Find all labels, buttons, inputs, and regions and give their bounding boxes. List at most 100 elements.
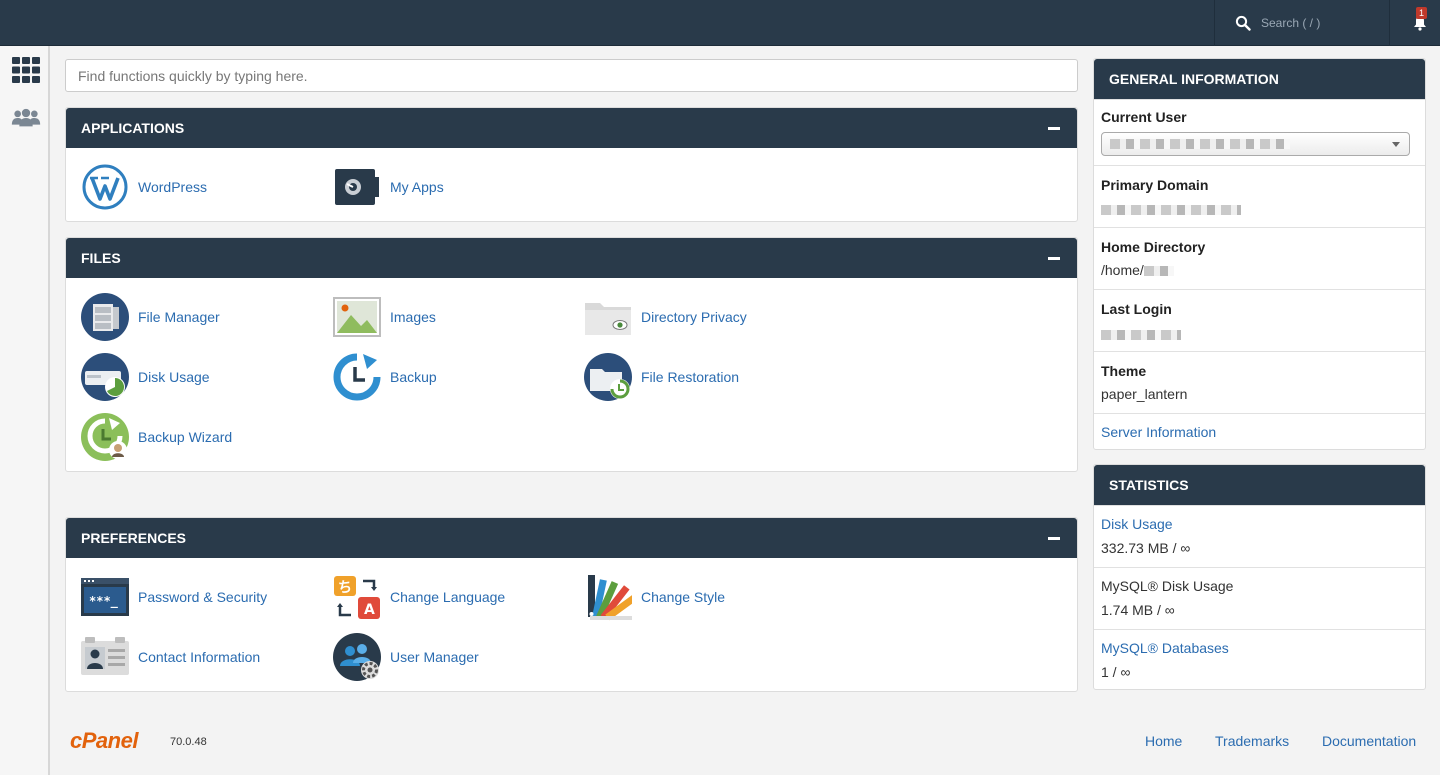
current-user-select[interactable] xyxy=(1101,132,1410,156)
top-search-placeholder: Search ( / ) xyxy=(1261,16,1321,30)
preferences-header: PREFERENCES xyxy=(66,518,1077,558)
user-manager-icon xyxy=(333,633,381,681)
footer-documentation-link[interactable]: Documentation xyxy=(1322,733,1416,749)
primary-domain-row: Primary Domain xyxy=(1094,165,1425,227)
statistics-header: STATISTICS xyxy=(1094,465,1425,505)
file-manager-icon xyxy=(81,293,129,341)
mysql-disk-usage-label: MySQL® Disk Usage xyxy=(1101,578,1234,594)
svg-text:ち: ち xyxy=(338,580,352,596)
left-rail xyxy=(0,46,50,775)
directory-privacy-item[interactable]: Directory Privacy xyxy=(584,293,747,341)
my-apps-item[interactable]: My Apps xyxy=(333,163,444,211)
wordpress-icon xyxy=(82,164,128,210)
theme-label: Theme xyxy=(1101,363,1147,379)
primary-domain-value-redacted xyxy=(1101,204,1241,215)
server-information-row: Server Information xyxy=(1094,413,1425,449)
current-user-value-redacted xyxy=(1110,139,1290,149)
disk-usage-label: Disk Usage xyxy=(138,369,210,385)
apps-grid-icon[interactable] xyxy=(11,55,41,85)
file-manager-label: File Manager xyxy=(138,309,220,325)
collapse-files-button[interactable] xyxy=(1047,251,1061,265)
my-apps-label: My Apps xyxy=(390,179,444,195)
home-directory-value-redacted xyxy=(1143,266,1174,277)
server-information-link[interactable]: Server Information xyxy=(1101,424,1216,440)
general-information-header: GENERAL INFORMATION xyxy=(1094,59,1425,99)
backup-icon xyxy=(333,353,381,401)
home-directory-row: Home Directory /home/ xyxy=(1094,227,1425,289)
statistics-panel: STATISTICS Disk Usage 332.73 MB / ∞ MySQ… xyxy=(1093,464,1426,690)
password-security-icon: ***_ xyxy=(81,578,129,616)
wordpress-item[interactable]: WordPress xyxy=(81,163,207,211)
change-style-label: Change Style xyxy=(641,589,726,605)
applications-panel: APPLICATIONS WordPress My Apps xyxy=(65,107,1078,222)
quick-search-input[interactable] xyxy=(65,59,1078,92)
directory-privacy-label: Directory Privacy xyxy=(641,309,747,325)
search-icon xyxy=(1235,15,1251,31)
change-language-item[interactable]: ち A Change Language xyxy=(333,573,505,621)
primary-domain-label: Primary Domain xyxy=(1101,177,1209,193)
footer-trademarks-link[interactable]: Trademarks xyxy=(1215,733,1289,749)
change-style-item[interactable]: Change Style xyxy=(584,573,725,621)
disk-usage-stat-row: Disk Usage 332.73 MB / ∞ xyxy=(1094,505,1425,567)
home-directory-prefix: /home/ xyxy=(1101,262,1144,278)
statistics-title: STATISTICS xyxy=(1109,477,1189,493)
top-bar: Search ( / ) 1 xyxy=(0,0,1440,46)
preferences-panel: PREFERENCES ***_ Password & Security ち A… xyxy=(65,517,1078,692)
cpanel-logo[interactable]: cPanel xyxy=(70,728,138,754)
directory-privacy-icon xyxy=(585,303,631,335)
general-information-panel: GENERAL INFORMATION Current User Primary… xyxy=(1093,58,1426,450)
footer-home-link[interactable]: Home xyxy=(1145,733,1182,749)
notifications-button[interactable]: 1 xyxy=(1400,0,1440,46)
backup-label: Backup xyxy=(390,369,437,385)
svg-text:A: A xyxy=(364,602,375,618)
home-directory-label: Home Directory xyxy=(1101,239,1206,255)
backup-wizard-label: Backup Wizard xyxy=(138,429,233,445)
theme-row: Theme paper_lantern xyxy=(1094,351,1425,413)
cpanel-version: 70.0.48 xyxy=(170,736,207,748)
change-language-label: Change Language xyxy=(390,589,506,605)
users-icon[interactable] xyxy=(11,103,41,133)
mysql-databases-link[interactable]: MySQL® Databases xyxy=(1101,640,1418,656)
disk-usage-stat-value: 332.73 MB / ∞ xyxy=(1101,540,1191,556)
collapse-preferences-button[interactable] xyxy=(1047,531,1061,545)
general-information-title: GENERAL INFORMATION xyxy=(1109,71,1279,87)
images-icon xyxy=(333,297,381,337)
contact-information-label: Contact Information xyxy=(138,649,261,665)
files-title: FILES xyxy=(81,250,121,266)
file-manager-item[interactable]: File Manager xyxy=(81,293,220,341)
mysql-disk-usage-row: MySQL® Disk Usage 1.74 MB / ∞ xyxy=(1094,567,1425,629)
file-restoration-item[interactable]: File Restoration xyxy=(584,353,739,401)
images-label: Images xyxy=(390,309,436,325)
chevron-down-icon xyxy=(1392,142,1400,147)
change-style-icon xyxy=(588,575,632,621)
user-manager-label: User Manager xyxy=(390,649,479,665)
contact-information-item[interactable]: Contact Information xyxy=(81,633,260,681)
top-search[interactable]: Search ( / ) xyxy=(1214,0,1390,46)
disk-usage-stat-link[interactable]: Disk Usage xyxy=(1101,516,1418,532)
last-login-value-redacted xyxy=(1101,329,1181,340)
contact-information-icon xyxy=(81,637,129,675)
password-security-item[interactable]: ***_ Password & Security xyxy=(81,573,267,621)
disk-usage-item[interactable]: Disk Usage xyxy=(81,353,210,401)
images-item[interactable]: Images xyxy=(333,293,436,341)
svg-text:***_: ***_ xyxy=(89,594,119,609)
last-login-label: Last Login xyxy=(1101,301,1172,317)
theme-value: paper_lantern xyxy=(1101,386,1188,402)
files-panel: FILES File Manager Images Directory Priv… xyxy=(65,237,1078,472)
my-apps-icon xyxy=(335,169,379,205)
backup-wizard-icon xyxy=(81,413,129,461)
file-restoration-label: File Restoration xyxy=(641,369,740,385)
file-restoration-icon xyxy=(584,353,632,401)
mysql-databases-value: 1 / ∞ xyxy=(1101,664,1131,680)
wordpress-label: WordPress xyxy=(138,179,207,195)
backup-item[interactable]: Backup xyxy=(333,353,437,401)
current-user-row: Current User xyxy=(1094,99,1425,165)
collapse-applications-button[interactable] xyxy=(1047,121,1061,135)
applications-header: APPLICATIONS xyxy=(66,108,1077,148)
user-manager-item[interactable]: User Manager xyxy=(333,633,479,681)
backup-wizard-item[interactable]: Backup Wizard xyxy=(81,413,232,461)
mysql-disk-usage-value: 1.74 MB / ∞ xyxy=(1101,602,1175,618)
notification-badge: 1 xyxy=(1416,7,1428,19)
applications-title: APPLICATIONS xyxy=(81,120,185,136)
last-login-row: Last Login xyxy=(1094,289,1425,351)
